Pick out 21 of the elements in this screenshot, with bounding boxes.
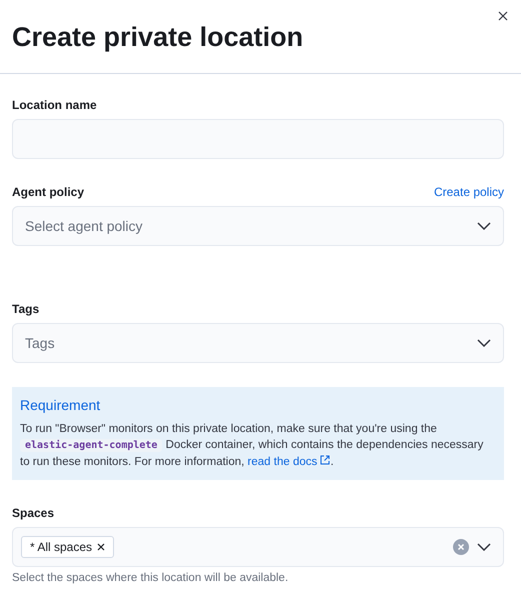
field-label: Tags <box>12 302 40 316</box>
chevron-down-icon[interactable] <box>477 543 491 551</box>
chevron-down-icon[interactable] <box>477 339 491 347</box>
callout-title: Requirement <box>20 397 102 413</box>
space-chip[interactable]: * All spaces <box>21 536 114 558</box>
external-link-icon <box>320 455 330 465</box>
clear-icon[interactable] <box>453 539 469 555</box>
chevron-down-icon[interactable] <box>477 222 491 230</box>
field-label: Agent policy <box>12 185 84 199</box>
flyout-title: Create private location <box>12 21 304 54</box>
read-docs-link[interactable]: read the docs <box>248 456 330 468</box>
agent-policy-select[interactable]: Select agent policy <box>12 206 504 246</box>
field-label: Spaces <box>12 506 54 520</box>
create-policy-link[interactable]: Create policy <box>434 185 504 199</box>
requirement-text: To run "Browser" monitors on this private location, make sure that you're using the elastic-agent-complete Docker container, which contains the dependencies necessary to run these monitors. For more information, read the docs . <box>20 422 484 470</box>
remove-icon <box>97 543 106 551</box>
tags-select[interactable]: Tags <box>12 323 504 363</box>
field-label: Location name <box>12 98 97 112</box>
help-text: Select the spaces where this location will be available. <box>12 572 290 584</box>
spaces-combobox[interactable]: * All spaces <box>12 527 504 567</box>
input-field[interactable] <box>12 119 504 159</box>
